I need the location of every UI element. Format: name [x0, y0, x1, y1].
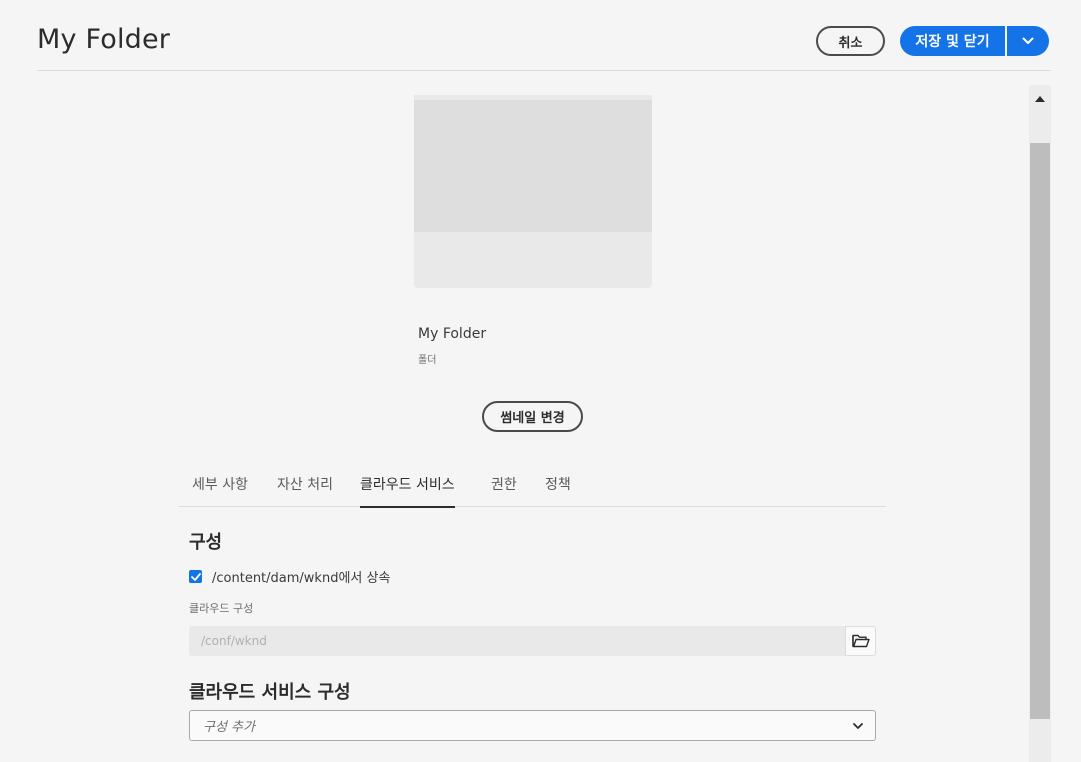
browse-config-button[interactable] [845, 626, 876, 656]
save-button-group: 저장 및 닫기 [900, 26, 1049, 56]
add-configuration-placeholder: 구성 추가 [203, 720, 255, 735]
save-options-button[interactable] [1007, 26, 1049, 56]
chevron-down-icon [853, 723, 863, 729]
configuration-heading: 구성 [189, 532, 223, 553]
cloud-config-path-field[interactable]: /conf/wknd [189, 626, 846, 656]
page-header: My Folder 취소 저장 및 닫기 [37, 0, 1051, 71]
tab-asset-processing[interactable]: 자산 처리 [277, 474, 333, 507]
scroll-up-button[interactable] [1029, 85, 1051, 113]
scrollbar[interactable] [1029, 85, 1051, 762]
chevron-down-icon [1022, 37, 1034, 44]
asset-type: 폴더 [418, 355, 437, 366]
save-and-close-button[interactable]: 저장 및 닫기 [900, 26, 1005, 56]
page-title: My Folder [37, 24, 171, 55]
inherit-checkbox-row: /content/dam/wknd에서 상속 [189, 567, 390, 586]
cancel-button[interactable]: 취소 [816, 26, 885, 56]
inherit-label: /content/dam/wknd에서 상속 [212, 571, 391, 586]
checkmark-icon [190, 572, 201, 581]
change-thumbnail-button[interactable]: 썸네일 변경 [482, 401, 583, 432]
cloud-config-label: 클라우드 구성 [189, 602, 254, 615]
tab-permissions[interactable]: 권한 [491, 474, 517, 507]
tab-cloud-services[interactable]: 클라우드 서비스 [360, 474, 455, 508]
properties-tabs: 세부 사항 자산 처리 클라우드 서비스 권한 정책 [179, 462, 886, 508]
asset-name: My Folder [418, 326, 487, 342]
cloud-services-config-heading: 클라우드 서비스 구성 [189, 682, 351, 703]
folder-thumbnail-card [414, 95, 652, 288]
triangle-up-icon [1035, 96, 1045, 102]
tab-details[interactable]: 세부 사항 [192, 474, 248, 507]
scrollbar-thumb[interactable] [1030, 143, 1050, 719]
inherit-checkbox[interactable] [189, 570, 202, 583]
tab-policies[interactable]: 정책 [545, 474, 571, 507]
folder-open-icon [851, 634, 870, 648]
folder-thumbnail-image [414, 100, 652, 232]
add-configuration-select[interactable]: 구성 추가 [189, 710, 876, 741]
